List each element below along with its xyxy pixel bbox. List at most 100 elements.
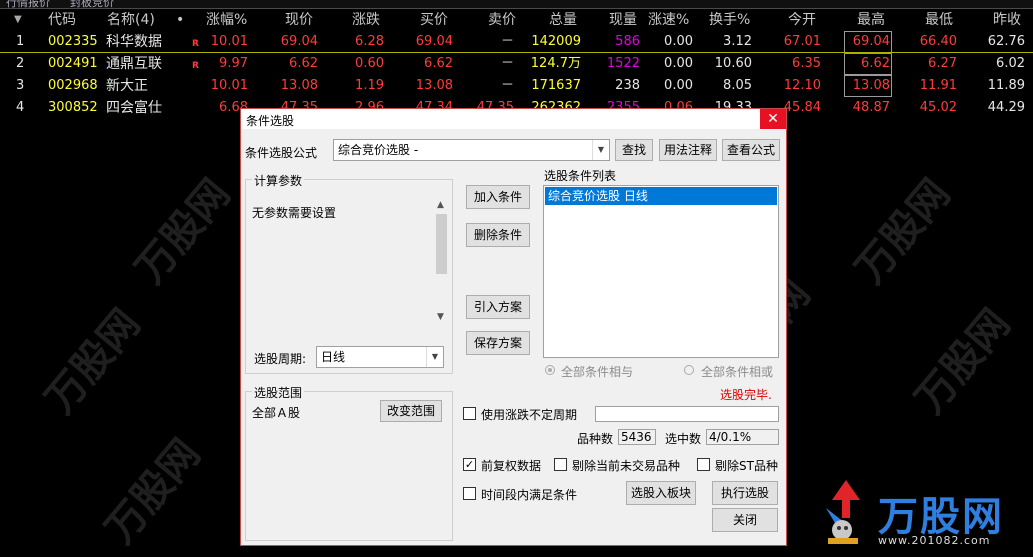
prev-close: 6.02 (996, 56, 1025, 71)
radio-or[interactable] (684, 365, 694, 375)
high: 48.87 (852, 100, 890, 115)
stock-code: 002335 (48, 34, 98, 49)
stock-name: 通鼎互联 (106, 56, 162, 72)
watermark: 万股网 (36, 300, 150, 423)
import-plan-button[interactable]: 引入方案 (466, 295, 530, 319)
header-change[interactable]: 涨跌 (352, 10, 380, 30)
execute-button[interactable]: 执行选股 (712, 481, 778, 505)
stock-name: 新大正 (106, 78, 148, 94)
watermark: 万股网 (846, 170, 960, 293)
header-low[interactable]: 最低 (925, 10, 953, 30)
params-title: 计算参数 (252, 172, 305, 189)
use-period-checkbox[interactable] (463, 407, 476, 420)
table-row[interactable]: 1 002335 科华数据 R 10.01 69.04 6.28 69.04 －… (0, 31, 1033, 53)
to-block-button[interactable]: 选股入板块 (626, 481, 696, 505)
chevron-up-icon[interactable]: ▲ (437, 200, 444, 210)
header-turnover[interactable]: 换手% (709, 10, 750, 30)
change: 6.28 (355, 34, 384, 49)
high: 69.04 (844, 31, 892, 53)
turnover: 3.12 (723, 34, 752, 49)
watermark: 万股网 (126, 170, 240, 293)
header-ask[interactable]: 卖价 (488, 10, 516, 30)
status-text: 选股完毕. (720, 388, 772, 402)
low: 66.40 (919, 34, 957, 49)
speed: 0.00 (664, 34, 693, 49)
header-prev-close[interactable]: 昨收 (993, 10, 1021, 30)
formula-select[interactable]: 综合竞价选股 - ▼ (333, 139, 610, 161)
price: 13.08 (280, 78, 318, 93)
exclude-st-checkbox[interactable] (697, 458, 710, 471)
delete-condition-button[interactable]: 删除条件 (466, 223, 530, 247)
time-condition-checkbox[interactable] (463, 487, 476, 500)
prev-close: 11.89 (987, 78, 1025, 93)
save-plan-button[interactable]: 保存方案 (466, 331, 530, 355)
financing-badge: R (192, 61, 199, 71)
range-value: 全部Ａ股 (252, 406, 301, 420)
close-button[interactable]: 关闭 (712, 508, 778, 532)
current-volume: 586 (615, 34, 640, 49)
header-speed[interactable]: 涨速% (648, 10, 689, 30)
open: 12.10 (783, 78, 821, 93)
table-row[interactable]: 2 002491 通鼎互联 R 9.97 6.62 0.60 6.62 － 12… (0, 53, 1033, 75)
change-range-button[interactable]: 改变范围 (380, 400, 442, 422)
scroll-thumb[interactable] (436, 214, 447, 274)
tab-quotes[interactable]: 行情报价 (6, 0, 50, 8)
header-volume[interactable]: 总量 (549, 10, 577, 30)
view-formula-button[interactable]: 查看公式 (722, 139, 780, 161)
ask: － (500, 34, 514, 49)
table-row[interactable]: 3 002968 新大正 10.01 13.08 1.19 13.08 － 17… (0, 75, 1033, 97)
radio-and[interactable] (545, 365, 555, 375)
params-scrollbar[interactable]: ▲ ▼ (434, 198, 449, 326)
rights-checkbox[interactable]: ✓ (463, 458, 476, 471)
watermark: 万股网 (906, 300, 1020, 423)
chevron-down-icon[interactable]: ▼ (426, 347, 443, 367)
period-select[interactable]: 日线 ▼ (316, 346, 444, 368)
sort-arrow-icon[interactable]: ▼ (14, 10, 22, 30)
bid: 69.04 (415, 34, 453, 49)
bid: 6.62 (424, 56, 453, 71)
exclude-untraded-checkbox[interactable] (554, 458, 567, 471)
exclude-st-label: 剔除ST品种 (715, 459, 778, 473)
watermark: 万股网 (96, 430, 210, 553)
use-period-input[interactable] (595, 406, 779, 422)
header-code[interactable]: 代码 (48, 10, 76, 30)
change: 1.19 (355, 78, 384, 93)
logo-url: www.201082.com (878, 534, 991, 547)
tab-limit-auction[interactable]: 封板竞价 (70, 0, 114, 8)
header-change-pct[interactable]: 涨幅% (206, 10, 247, 30)
header-current-volume[interactable]: 现量 (609, 10, 637, 30)
params-text: 无参数需要设置 (252, 206, 337, 220)
stock-name: 四会富仕 (106, 100, 162, 116)
rights-label: 前复权数据 (481, 459, 542, 473)
volume: 171637 (531, 78, 581, 93)
dialog-titlebar[interactable]: 条件选股 ✕ (241, 109, 786, 129)
condition-list-item[interactable]: 综合竞价选股 日线 (545, 187, 777, 205)
params-group: 计算参数 无参数需要设置 ▲ ▼ 选股周期: 日线 ▼ (245, 172, 453, 374)
change: 0.60 (355, 56, 384, 71)
condition-list-title: 选股条件列表 (544, 169, 617, 183)
stock-code: 002968 (48, 78, 98, 93)
row-index: 4 (16, 100, 25, 115)
bid: 13.08 (415, 78, 453, 93)
header-high[interactable]: 最高 (857, 10, 885, 30)
top-tab-strip: 行情报价 封板竞价 (0, 0, 1033, 9)
add-condition-button[interactable]: 加入条件 (466, 185, 530, 209)
financing-badge: R (192, 39, 199, 49)
header-bid[interactable]: 买价 (420, 10, 448, 30)
close-icon[interactable]: ✕ (760, 109, 786, 129)
find-button[interactable]: 查找 (615, 139, 653, 161)
count-label: 品种数 (577, 432, 614, 446)
speed: 0.00 (664, 78, 693, 93)
header-name[interactable]: 名称(4) (107, 10, 155, 30)
range-group: 选股范围 全部Ａ股 改变范围 (245, 384, 453, 541)
count-field: 5436 (618, 429, 656, 445)
header-price[interactable]: 现价 (285, 10, 313, 30)
open: 6.35 (792, 56, 821, 71)
header-open[interactable]: 今开 (788, 10, 816, 30)
condition-list[interactable]: 综合竞价选股 日线 (543, 185, 779, 358)
use-period-label: 使用涨跌不定周期 (481, 408, 578, 422)
chevron-down-icon[interactable]: ▼ (592, 140, 609, 160)
chevron-down-icon[interactable]: ▼ (437, 312, 444, 322)
usage-notes-button[interactable]: 用法注释 (659, 139, 717, 161)
volume: 124.7万 (530, 56, 581, 71)
